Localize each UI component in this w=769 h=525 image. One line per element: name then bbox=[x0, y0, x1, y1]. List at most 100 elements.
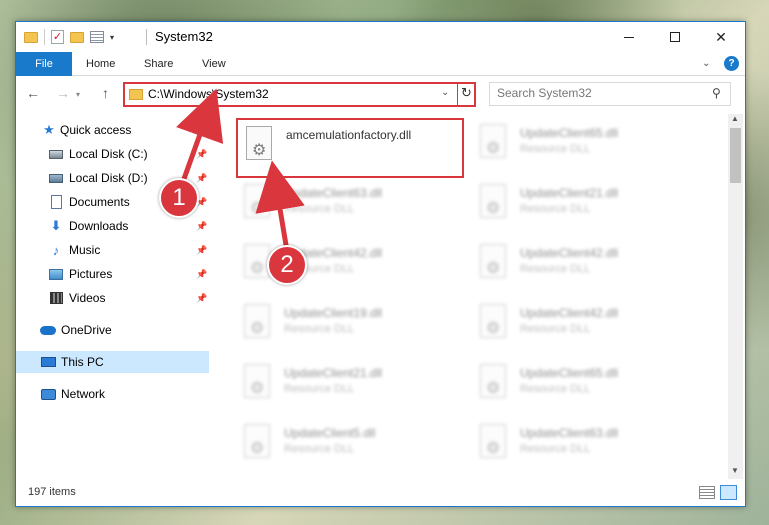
customize-caret-icon[interactable]: ▾ bbox=[110, 33, 114, 42]
expand-ribbon-chevron-icon[interactable]: ⌄ bbox=[702, 58, 710, 69]
quick-access-toolbar: ✓ ▾ bbox=[24, 29, 114, 45]
file-item[interactable]: ⚙ UpdateClient63.dll Resource DLL bbox=[236, 178, 464, 238]
large-icons-view-icon[interactable] bbox=[720, 485, 737, 500]
sidebar-item-label: Videos bbox=[69, 291, 106, 305]
file-name: UpdateClient19.dll bbox=[284, 306, 383, 320]
properties-icon[interactable] bbox=[90, 31, 104, 43]
file-type: Resource DLL bbox=[284, 323, 355, 335]
search-icon[interactable]: ⚲ bbox=[712, 86, 721, 100]
maximize-button[interactable] bbox=[652, 22, 698, 52]
videos-icon bbox=[48, 291, 64, 305]
sidebar-item-label: Downloads bbox=[69, 219, 129, 233]
sidebar-item-pictures[interactable]: Pictures 📌 bbox=[16, 263, 209, 285]
address-path[interactable]: C:\Windows\System32 bbox=[148, 87, 269, 101]
item-count: 197 items bbox=[28, 486, 76, 498]
address-dropdown-chevron-icon[interactable]: ⌄ bbox=[441, 87, 449, 98]
sidebar-item-onedrive[interactable]: OneDrive bbox=[16, 319, 209, 341]
file-item[interactable]: ⚙ UpdateClient42.dll Resource DLL bbox=[472, 238, 700, 298]
sidebar-item-videos[interactable]: Videos 📌 bbox=[16, 287, 209, 309]
close-icon: ✕ bbox=[715, 28, 727, 45]
status-bar: 197 items bbox=[16, 482, 745, 506]
minimize-icon bbox=[624, 36, 634, 38]
file-type: Resource DLL bbox=[520, 203, 591, 215]
back-arrow-icon[interactable]: ← bbox=[26, 85, 40, 101]
sidebar-item-downloads[interactable]: ⬇ Downloads 📌 bbox=[16, 215, 209, 237]
file-name: UpdateClient21.dll bbox=[520, 186, 619, 200]
sidebar-item-label: Network bbox=[61, 387, 106, 401]
address-bar[interactable]: C:\Windows\System32 ⌄ ↻ bbox=[123, 82, 476, 107]
file-item[interactable]: ⚙ UpdateClient63.dll Resource DLL bbox=[472, 418, 700, 474]
file-name: UpdateClient42.dll bbox=[520, 246, 619, 260]
toolbar-divider bbox=[44, 29, 45, 45]
sidebar-item-local-disk-c[interactable]: Local Disk (C:) 📌 bbox=[16, 143, 209, 165]
tab-home[interactable]: Home bbox=[86, 52, 115, 76]
computer-icon bbox=[40, 355, 56, 369]
file-type: Resource DLL bbox=[284, 443, 355, 455]
title-bar: ✓ ▾ System32 ✕ bbox=[16, 22, 745, 52]
dll-file-icon: ⚙ bbox=[476, 304, 510, 344]
search-box[interactable]: ⚲ bbox=[489, 82, 731, 106]
minimize-button[interactable] bbox=[606, 22, 652, 52]
scroll-thumb[interactable] bbox=[730, 128, 741, 183]
file-item[interactable]: ⚙ UpdateClient42.dll Resource DLL bbox=[472, 298, 700, 358]
file-item[interactable]: ⚙ UpdateClient5.dll Resource DLL bbox=[236, 418, 464, 474]
dll-file-icon: ⚙ bbox=[240, 424, 274, 464]
ribbon-tabs: File Home Share View ⌄ ? bbox=[16, 52, 745, 76]
sidebar-item-label: Local Disk (D:) bbox=[69, 171, 148, 185]
file-type: Resource DLL bbox=[520, 443, 591, 455]
address-divider bbox=[457, 84, 458, 105]
folder-icon[interactable] bbox=[24, 31, 38, 43]
scroll-down-arrow-icon[interactable]: ▼ bbox=[731, 466, 739, 475]
pin-icon[interactable]: 📌 bbox=[196, 173, 207, 184]
up-arrow-icon[interactable]: ↑ bbox=[102, 85, 109, 101]
tab-view[interactable]: View bbox=[202, 52, 226, 76]
dll-file-icon: ⚙ bbox=[242, 126, 276, 166]
file-item-amcemulationfactory[interactable]: ⚙ amcemulationfactory.dll bbox=[236, 118, 464, 178]
download-icon: ⬇ bbox=[50, 218, 62, 233]
file-item[interactable]: ⚙ UpdateClient65.dll Resource DLL bbox=[472, 358, 700, 418]
pictures-icon bbox=[48, 267, 64, 281]
sidebar-item-label: This PC bbox=[61, 355, 104, 369]
sidebar-item-quick-access[interactable]: ★ Quick access bbox=[16, 119, 209, 141]
dll-file-icon: ⚙ bbox=[240, 364, 274, 404]
sidebar-item-label: Local Disk (C:) bbox=[69, 147, 148, 161]
file-item[interactable]: ⚙ UpdateClient65.dll Resource DLL bbox=[472, 118, 700, 178]
file-item[interactable]: ⚙ UpdateClient21.dll Resource DLL bbox=[472, 178, 700, 238]
pin-icon[interactable]: 📌 bbox=[196, 245, 207, 256]
documents-icon bbox=[48, 195, 64, 209]
star-icon: ★ bbox=[43, 122, 55, 137]
sidebar-item-this-pc[interactable]: This PC bbox=[16, 351, 209, 373]
file-list: ⚙ amcemulationfactory.dll ⚙ UpdateClient… bbox=[236, 114, 724, 474]
sidebar-item-label: OneDrive bbox=[61, 323, 112, 337]
details-view-icon[interactable] bbox=[699, 486, 715, 499]
pin-icon[interactable]: 📌 bbox=[196, 269, 207, 280]
pin-icon[interactable]: 📌 bbox=[196, 149, 207, 160]
window-title: System32 bbox=[155, 29, 213, 44]
file-item[interactable]: ⚙ UpdateClient19.dll Resource DLL bbox=[236, 298, 464, 358]
sidebar-item-network[interactable]: Network bbox=[16, 383, 209, 405]
properties-check-icon[interactable]: ✓ bbox=[51, 30, 64, 44]
pin-icon[interactable]: 📌 bbox=[196, 221, 207, 232]
cloud-icon bbox=[40, 323, 56, 337]
pin-icon[interactable]: 📌 bbox=[196, 293, 207, 304]
new-folder-icon[interactable] bbox=[70, 31, 84, 43]
file-item[interactable]: ⚙ UpdateClient21.dll Resource DLL bbox=[236, 358, 464, 418]
dll-file-icon: ⚙ bbox=[240, 304, 274, 344]
close-button[interactable]: ✕ bbox=[698, 22, 744, 52]
sidebar-item-music[interactable]: ♪ Music 📌 bbox=[16, 239, 209, 261]
file-name: UpdateClient42.dll bbox=[520, 306, 619, 320]
vertical-scrollbar[interactable]: ▲ ▼ bbox=[728, 114, 743, 479]
help-icon[interactable]: ? bbox=[724, 56, 739, 71]
tab-file[interactable]: File bbox=[16, 52, 72, 76]
refresh-icon[interactable]: ↻ bbox=[461, 85, 472, 101]
file-name: UpdateClient5.dll bbox=[284, 426, 376, 440]
scroll-up-arrow-icon[interactable]: ▲ bbox=[731, 114, 739, 123]
forward-arrow-icon[interactable]: → bbox=[56, 85, 70, 101]
dll-file-icon: ⚙ bbox=[476, 124, 510, 164]
search-input[interactable] bbox=[497, 86, 697, 100]
tab-share[interactable]: Share bbox=[144, 52, 173, 76]
recent-locations-chevron-icon[interactable]: ▾ bbox=[76, 90, 80, 99]
drive-icon bbox=[48, 171, 64, 185]
sidebar-item-label: Pictures bbox=[69, 267, 113, 281]
step-badge-1: 1 bbox=[159, 178, 199, 218]
